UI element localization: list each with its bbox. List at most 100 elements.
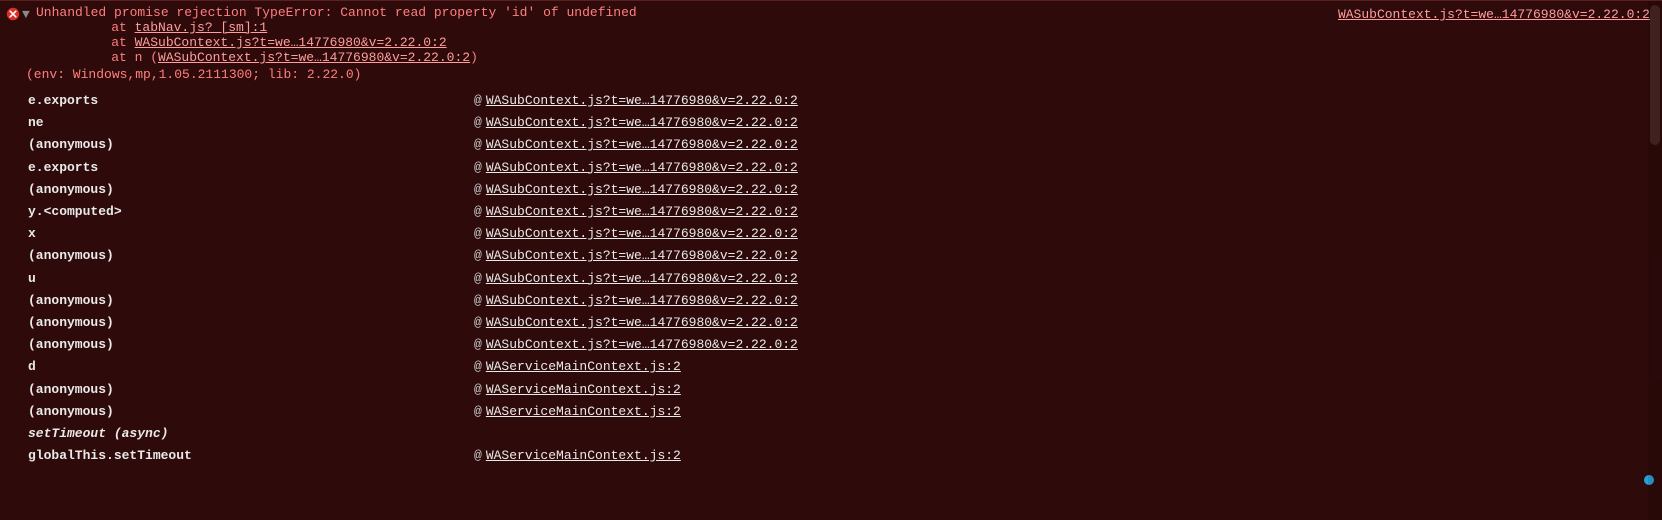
trace-location-link[interactable]: WASubContext.js?t=we…14776980&v=2.22.0:2 bbox=[486, 271, 798, 286]
trace-row: u@ WASubContext.js?t=we…14776980&v=2.22.0… bbox=[0, 268, 1662, 290]
trace-location-link[interactable]: WAServiceMainContext.js:2 bbox=[486, 404, 681, 419]
trace-function: e.exports bbox=[0, 157, 474, 179]
trace-location-link[interactable]: WASubContext.js?t=we…14776980&v=2.22.0:2 bbox=[486, 315, 798, 330]
trace-function: u bbox=[0, 268, 474, 290]
trace-location-link[interactable]: WASubContext.js?t=we…14776980&v=2.22.0:2 bbox=[486, 160, 798, 175]
trace-function: x bbox=[0, 223, 474, 245]
stack-link[interactable]: tabNav.js? [sm]:1 bbox=[135, 20, 268, 35]
trace-location-link[interactable]: WAServiceMainContext.js:2 bbox=[486, 359, 681, 374]
trace-location-link[interactable]: WASubContext.js?t=we…14776980&v=2.22.0:2 bbox=[486, 137, 798, 152]
trace-row: (anonymous)@ WAServiceMainContext.js:2 bbox=[0, 401, 1662, 423]
trace-row: d@ WAServiceMainContext.js:2 bbox=[0, 356, 1662, 378]
stack-link[interactable]: WASubContext.js?t=we…14776980&v=2.22.0:2 bbox=[135, 35, 447, 50]
trace-location-link[interactable]: WASubContext.js?t=we…14776980&v=2.22.0:2 bbox=[486, 248, 798, 263]
at-symbol: @ bbox=[474, 204, 482, 219]
trace-location-link[interactable]: WAServiceMainContext.js:2 bbox=[486, 382, 681, 397]
trace-row: e.exports@ WASubContext.js?t=we…14776980&… bbox=[0, 157, 1662, 179]
trace-location-cell: @ WASubContext.js?t=we…14776980&v=2.22.0:… bbox=[474, 134, 798, 156]
trace-location-link[interactable]: WASubContext.js?t=we…14776980&v=2.22.0:2 bbox=[486, 226, 798, 241]
stack-line: at n (WASubContext.js?t=we…14776980&v=2.… bbox=[36, 50, 1656, 65]
trace-location-link[interactable]: WASubContext.js?t=we…14776980&v=2.22.0:2 bbox=[486, 115, 798, 130]
trace-row: (anonymous)@ WASubContext.js?t=we…1477698… bbox=[0, 245, 1662, 267]
trace-function: (anonymous) bbox=[0, 134, 474, 156]
scrollbar-thumb[interactable] bbox=[1650, 5, 1660, 145]
trace-row: (anonymous)@ WASubContext.js?t=we…1477698… bbox=[0, 179, 1662, 201]
stack-trace-table: e.exports@WASubContext.js?t=we…14776980&… bbox=[0, 90, 1662, 467]
trace-row: globalThis.setTimeout@ WAServiceMainConte… bbox=[0, 445, 1662, 467]
trace-location-cell: @ WAServiceMainContext.js:2 bbox=[474, 379, 681, 401]
trace-location-cell: @ WASubContext.js?t=we…14776980&v=2.22.0:… bbox=[474, 290, 798, 312]
trace-function: d bbox=[0, 356, 474, 378]
stack-prefix: at bbox=[80, 20, 135, 35]
trace-location-cell: @ WASubContext.js?t=we…14776980&v=2.22.0:… bbox=[474, 112, 798, 134]
console-panel: ▼ Unhandled promise rejection TypeError:… bbox=[0, 0, 1662, 520]
trace-location-cell: @ WASubContext.js?t=we…14776980&v=2.22.0:… bbox=[474, 157, 798, 179]
trace-row: setTimeout (async) bbox=[0, 423, 1662, 445]
trace-row: ne@ WASubContext.js?t=we…14776980&v=2.22.… bbox=[0, 112, 1662, 134]
trace-location-link[interactable]: WASubContext.js?t=we…14776980&v=2.22.0:2 bbox=[486, 337, 798, 352]
at-symbol: @ bbox=[474, 160, 482, 175]
trace-function: (anonymous) bbox=[0, 312, 474, 334]
trace-location-cell: @ WAServiceMainContext.js:2 bbox=[474, 401, 681, 423]
trace-function: (anonymous) bbox=[0, 290, 474, 312]
trace-row: x@ WASubContext.js?t=we…14776980&v=2.22.0… bbox=[0, 223, 1662, 245]
at-symbol: @ bbox=[474, 404, 482, 419]
stack-line: at WASubContext.js?t=we…14776980&v=2.22.… bbox=[36, 35, 1656, 50]
trace-location-cell: @ WASubContext.js?t=we…14776980&v=2.22.0:… bbox=[474, 334, 798, 356]
trace-location-cell: @ WASubContext.js?t=we…14776980&v=2.22.0:… bbox=[474, 268, 798, 290]
stack-prefix: at bbox=[80, 35, 135, 50]
trace-function: globalThis.setTimeout bbox=[0, 445, 474, 467]
at-symbol: @ bbox=[474, 182, 482, 197]
trace-location-cell: @ WAServiceMainContext.js:2 bbox=[474, 445, 681, 467]
at-symbol: @ bbox=[474, 315, 482, 330]
trace-location-cell: @ WASubContext.js?t=we…14776980&v=2.22.0:… bbox=[474, 223, 798, 245]
at-symbol: @ bbox=[474, 359, 482, 374]
trace-location-link[interactable]: WASubContext.js?t=we…14776980&v=2.22.0:2 bbox=[486, 204, 798, 219]
trace-function: (anonymous) bbox=[0, 334, 474, 356]
stack-line: at tabNav.js? [sm]:1 bbox=[36, 20, 1656, 35]
stack-link[interactable]: WASubContext.js?t=we…14776980&v=2.22.0:2 bbox=[158, 50, 470, 65]
trace-function: (anonymous) bbox=[0, 179, 474, 201]
trace-row: y.<computed>@ WASubContext.js?t=we…147769… bbox=[0, 201, 1662, 223]
env-line: (env: Windows,mp,1.05.2111300; lib: 2.22… bbox=[0, 65, 1662, 82]
at-symbol: @ bbox=[474, 93, 482, 108]
trace-function: (anonymous) bbox=[0, 401, 474, 423]
at-symbol: @ bbox=[474, 115, 482, 130]
trace-location-link[interactable]: WASubContext.js?t=we…14776980&v=2.22.0:2 bbox=[486, 293, 798, 308]
trace-row: (anonymous)@ WAServiceMainContext.js:2 bbox=[0, 379, 1662, 401]
at-symbol: @ bbox=[474, 226, 482, 241]
error-source-link[interactable]: WASubContext.js?t=we…14776980&v=2.22.0:2 bbox=[1338, 7, 1650, 22]
vertical-scrollbar[interactable] bbox=[1648, 1, 1662, 520]
at-symbol: @ bbox=[474, 448, 482, 463]
at-symbol: @ bbox=[474, 271, 482, 286]
async-separator: setTimeout (async) bbox=[0, 423, 474, 445]
at-symbol: @ bbox=[474, 248, 482, 263]
trace-location-cell: @ WASubContext.js?t=we…14776980&v=2.22.0:… bbox=[474, 201, 798, 223]
trace-function: (anonymous) bbox=[0, 245, 474, 267]
trace-row: (anonymous)@ WASubContext.js?t=we…1477698… bbox=[0, 290, 1662, 312]
error-icon bbox=[6, 7, 20, 21]
trace-row: e.exports@ WASubContext.js?t=we…14776980&… bbox=[0, 90, 1662, 112]
at-symbol: @ bbox=[474, 382, 482, 397]
at-symbol: @ bbox=[474, 293, 482, 308]
trace-row: (anonymous)@ WASubContext.js?t=we…1477698… bbox=[0, 312, 1662, 334]
trace-location-cell: @ WASubContext.js?t=we…14776980&v=2.22.0:… bbox=[474, 312, 798, 334]
trace-location-link[interactable]: WAServiceMainContext.js:2 bbox=[486, 448, 681, 463]
trace-function: y.<computed> bbox=[0, 201, 474, 223]
trace-location-link[interactable]: WASubContext.js?t=we…14776980&v=2.22.0:2 bbox=[486, 182, 798, 197]
trace-row: (anonymous)@ WASubContext.js?t=we…1477698… bbox=[0, 134, 1662, 156]
trace-location-cell: @ WASubContext.js?t=we…14776980&v=2.22.0:… bbox=[474, 90, 798, 112]
disclosure-triangle-icon[interactable]: ▼ bbox=[22, 7, 32, 22]
trace-function: (anonymous) bbox=[0, 379, 474, 401]
trace-location-cell: @ WASubContext.js?t=we…14776980&v=2.22.0:… bbox=[474, 245, 798, 267]
trace-function: e.exports bbox=[0, 90, 474, 112]
at-symbol: @ bbox=[474, 337, 482, 352]
trace-function: ne bbox=[0, 112, 474, 134]
trace-row: (anonymous)@ WASubContext.js?t=we…1477698… bbox=[0, 334, 1662, 356]
stack-suffix: ) bbox=[470, 50, 478, 65]
at-symbol: @ bbox=[474, 137, 482, 152]
trace-location-link[interactable]: WASubContext.js?t=we…14776980&v=2.22.0:2 bbox=[486, 93, 798, 108]
trace-location-cell: @ WASubContext.js?t=we…14776980&v=2.22.0:… bbox=[474, 179, 798, 201]
trace-location-cell: @ WAServiceMainContext.js:2 bbox=[474, 356, 681, 378]
stack-prefix: at n ( bbox=[80, 50, 158, 65]
